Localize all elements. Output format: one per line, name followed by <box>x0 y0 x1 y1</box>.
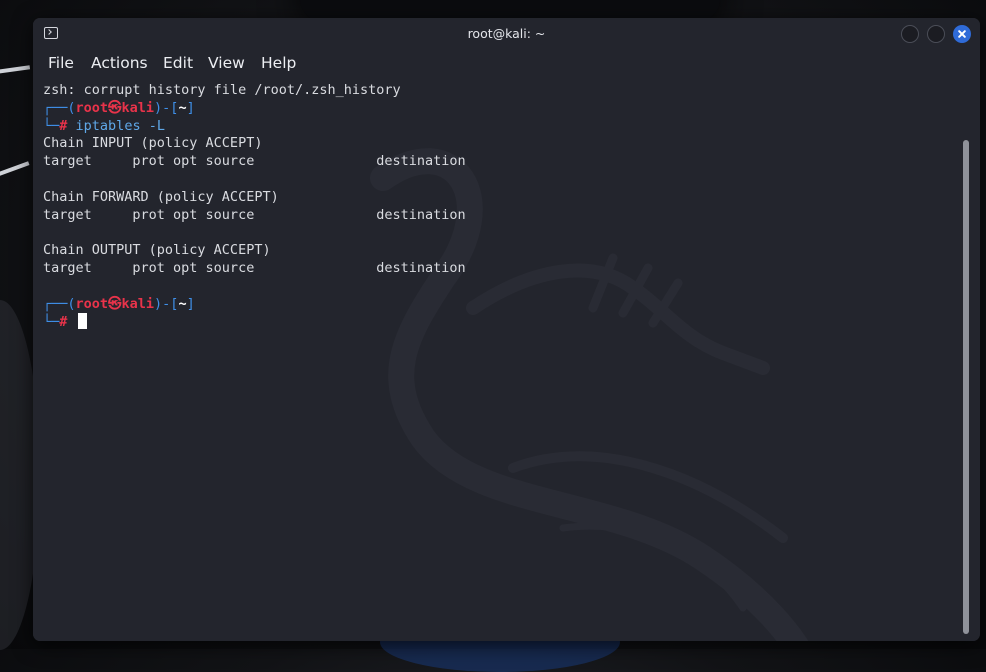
menu-file[interactable]: File <box>48 54 74 72</box>
prompt-dir: ~ <box>178 99 187 116</box>
menu-view[interactable]: View <box>208 54 245 72</box>
menu-actions[interactable]: Actions <box>91 54 148 72</box>
terminal-area[interactable]: zsh: corrupt history file /root/.zsh_his… <box>33 78 980 641</box>
prompt-user: root <box>75 295 109 312</box>
prompt-line-bottom: └─# <box>43 313 466 331</box>
prompt-frame: ┌──( <box>43 295 76 312</box>
prompt-line-top: ┌──(root㉿kali)-[~] <box>43 100 466 118</box>
output-line: target prot opt source destination <box>43 259 466 276</box>
menu-help[interactable]: Help <box>261 54 296 72</box>
command-text: iptables -L <box>75 117 165 134</box>
prompt-frame: ┌──( <box>43 99 76 116</box>
wallpaper-stroke <box>0 65 31 75</box>
prompt-close: ] <box>186 295 195 312</box>
prompt-separator: )-[ <box>154 295 179 312</box>
prompt-host: kali <box>121 295 155 312</box>
prompt-close: ] <box>186 99 195 116</box>
prompt-user: root <box>75 99 109 116</box>
menu-bar: File Actions Edit View Help <box>33 52 980 76</box>
title-bar[interactable]: root@kali: ~ <box>33 18 980 50</box>
prompt-corner: └─ <box>43 117 60 134</box>
output-line: target prot opt source destination <box>43 206 466 223</box>
maximize-button[interactable] <box>927 25 945 43</box>
close-button[interactable] <box>953 25 971 43</box>
history-warning: zsh: corrupt history file /root/.zsh_his… <box>43 82 401 98</box>
prompt-at: ㉿ <box>108 99 122 116</box>
output-line: target prot opt source destination <box>43 153 466 170</box>
prompt-hash: # <box>59 117 68 134</box>
output-line: Chain FORWARD (policy ACCEPT) <box>43 188 279 205</box>
prompt-separator: )-[ <box>154 99 179 116</box>
prompt-host: kali <box>121 99 155 116</box>
prompt-corner: └─ <box>43 314 60 331</box>
terminal-window: root@kali: ~ File Actions Edit View Help… <box>33 18 980 641</box>
scrollbar[interactable] <box>963 140 969 634</box>
prompt-dir: ~ <box>178 295 187 312</box>
text-cursor <box>77 313 87 330</box>
menu-edit[interactable]: Edit <box>163 54 193 72</box>
output-line: Chain INPUT (policy ACCEPT) <box>43 135 263 152</box>
window-title: root@kali: ~ <box>467 26 546 41</box>
prompt-hash: # <box>59 314 68 331</box>
prompt-line-top: ┌──(root㉿kali)-[~] <box>43 296 466 314</box>
minimize-button[interactable] <box>901 25 919 43</box>
wallpaper-stroke <box>0 161 30 179</box>
terminal-output: zsh: corrupt history file /root/.zsh_his… <box>43 82 466 331</box>
output-line: Chain OUTPUT (policy ACCEPT) <box>43 242 271 259</box>
prompt-line-bottom: └─# iptables -L <box>43 118 466 136</box>
prompt-at: ㉿ <box>108 295 122 312</box>
